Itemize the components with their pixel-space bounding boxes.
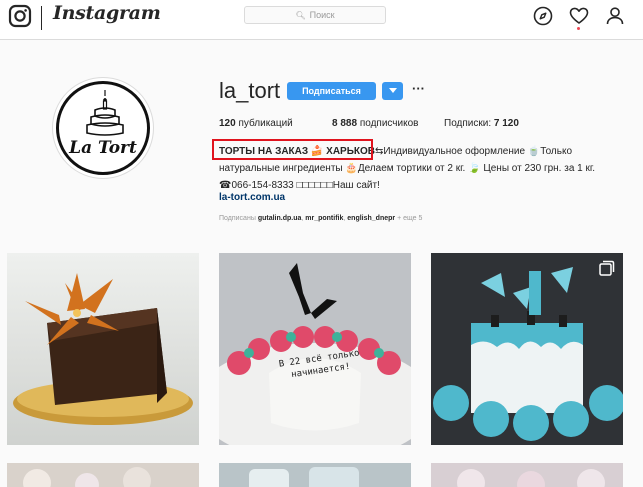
bio-line-1-rest: ⇆Индивидуальное оформление 🍵Только	[375, 146, 573, 157]
following-count[interactable]: Подписки: 7 120	[444, 118, 519, 129]
follow-button[interactable]: Подписаться	[287, 82, 376, 100]
caret-down-icon	[388, 88, 397, 93]
more-options-button[interactable]: ···	[412, 81, 425, 96]
instagram-camera-icon[interactable]	[8, 4, 32, 33]
red-highlight-box	[212, 139, 373, 160]
search-placeholder: Поиск	[309, 10, 335, 20]
birthday-cake-photo	[219, 253, 411, 445]
cake-logo-icon	[86, 90, 124, 136]
post-thumbnail[interactable]	[431, 463, 623, 487]
suggestions-dropdown-button[interactable]	[382, 82, 403, 100]
profile-website-link[interactable]: la-tort.com.ua	[219, 192, 285, 203]
search-icon: 🔍︎	[295, 10, 306, 20]
cookies-photo	[431, 463, 623, 487]
profile-avatar[interactable]: La Tort	[52, 77, 154, 179]
top-nav: Instagram 🔍︎ Поиск	[0, 0, 643, 40]
posts-count: 120 публикаций	[219, 118, 293, 129]
post-thumbnail[interactable]: В 22 всё только начинается!	[219, 253, 411, 445]
explore-compass-icon[interactable]	[532, 5, 554, 32]
post-thumbnail[interactable]	[7, 463, 199, 487]
cookies-photo	[7, 463, 199, 487]
blue-cake-photo	[431, 253, 623, 445]
profile-person-icon[interactable]	[604, 5, 626, 32]
notification-dot	[577, 27, 580, 30]
chocolate-cake-photo	[13, 273, 193, 425]
instagram-wordmark[interactable]: Instagram	[53, 2, 161, 24]
cookies-photo	[219, 463, 411, 487]
nav-separator	[41, 6, 42, 30]
multiple-posts-icon	[599, 260, 615, 281]
avatar-brand-text: La Tort	[69, 138, 137, 158]
search-input[interactable]: 🔍︎ Поиск	[244, 6, 386, 24]
post-thumbnail[interactable]	[7, 253, 199, 445]
followed-by-text[interactable]: Подписаны gutalin.dp.ua, mr_pontifik, en…	[219, 215, 422, 222]
post-thumbnail[interactable]	[219, 463, 411, 487]
profile-username: la_tort	[219, 78, 281, 103]
bio-line-2: натуральные ингредиенты 🎂Делаем тортики …	[219, 163, 596, 174]
post-thumbnail[interactable]	[431, 253, 623, 445]
followers-count[interactable]: 8 888 подписчиков	[332, 118, 418, 129]
